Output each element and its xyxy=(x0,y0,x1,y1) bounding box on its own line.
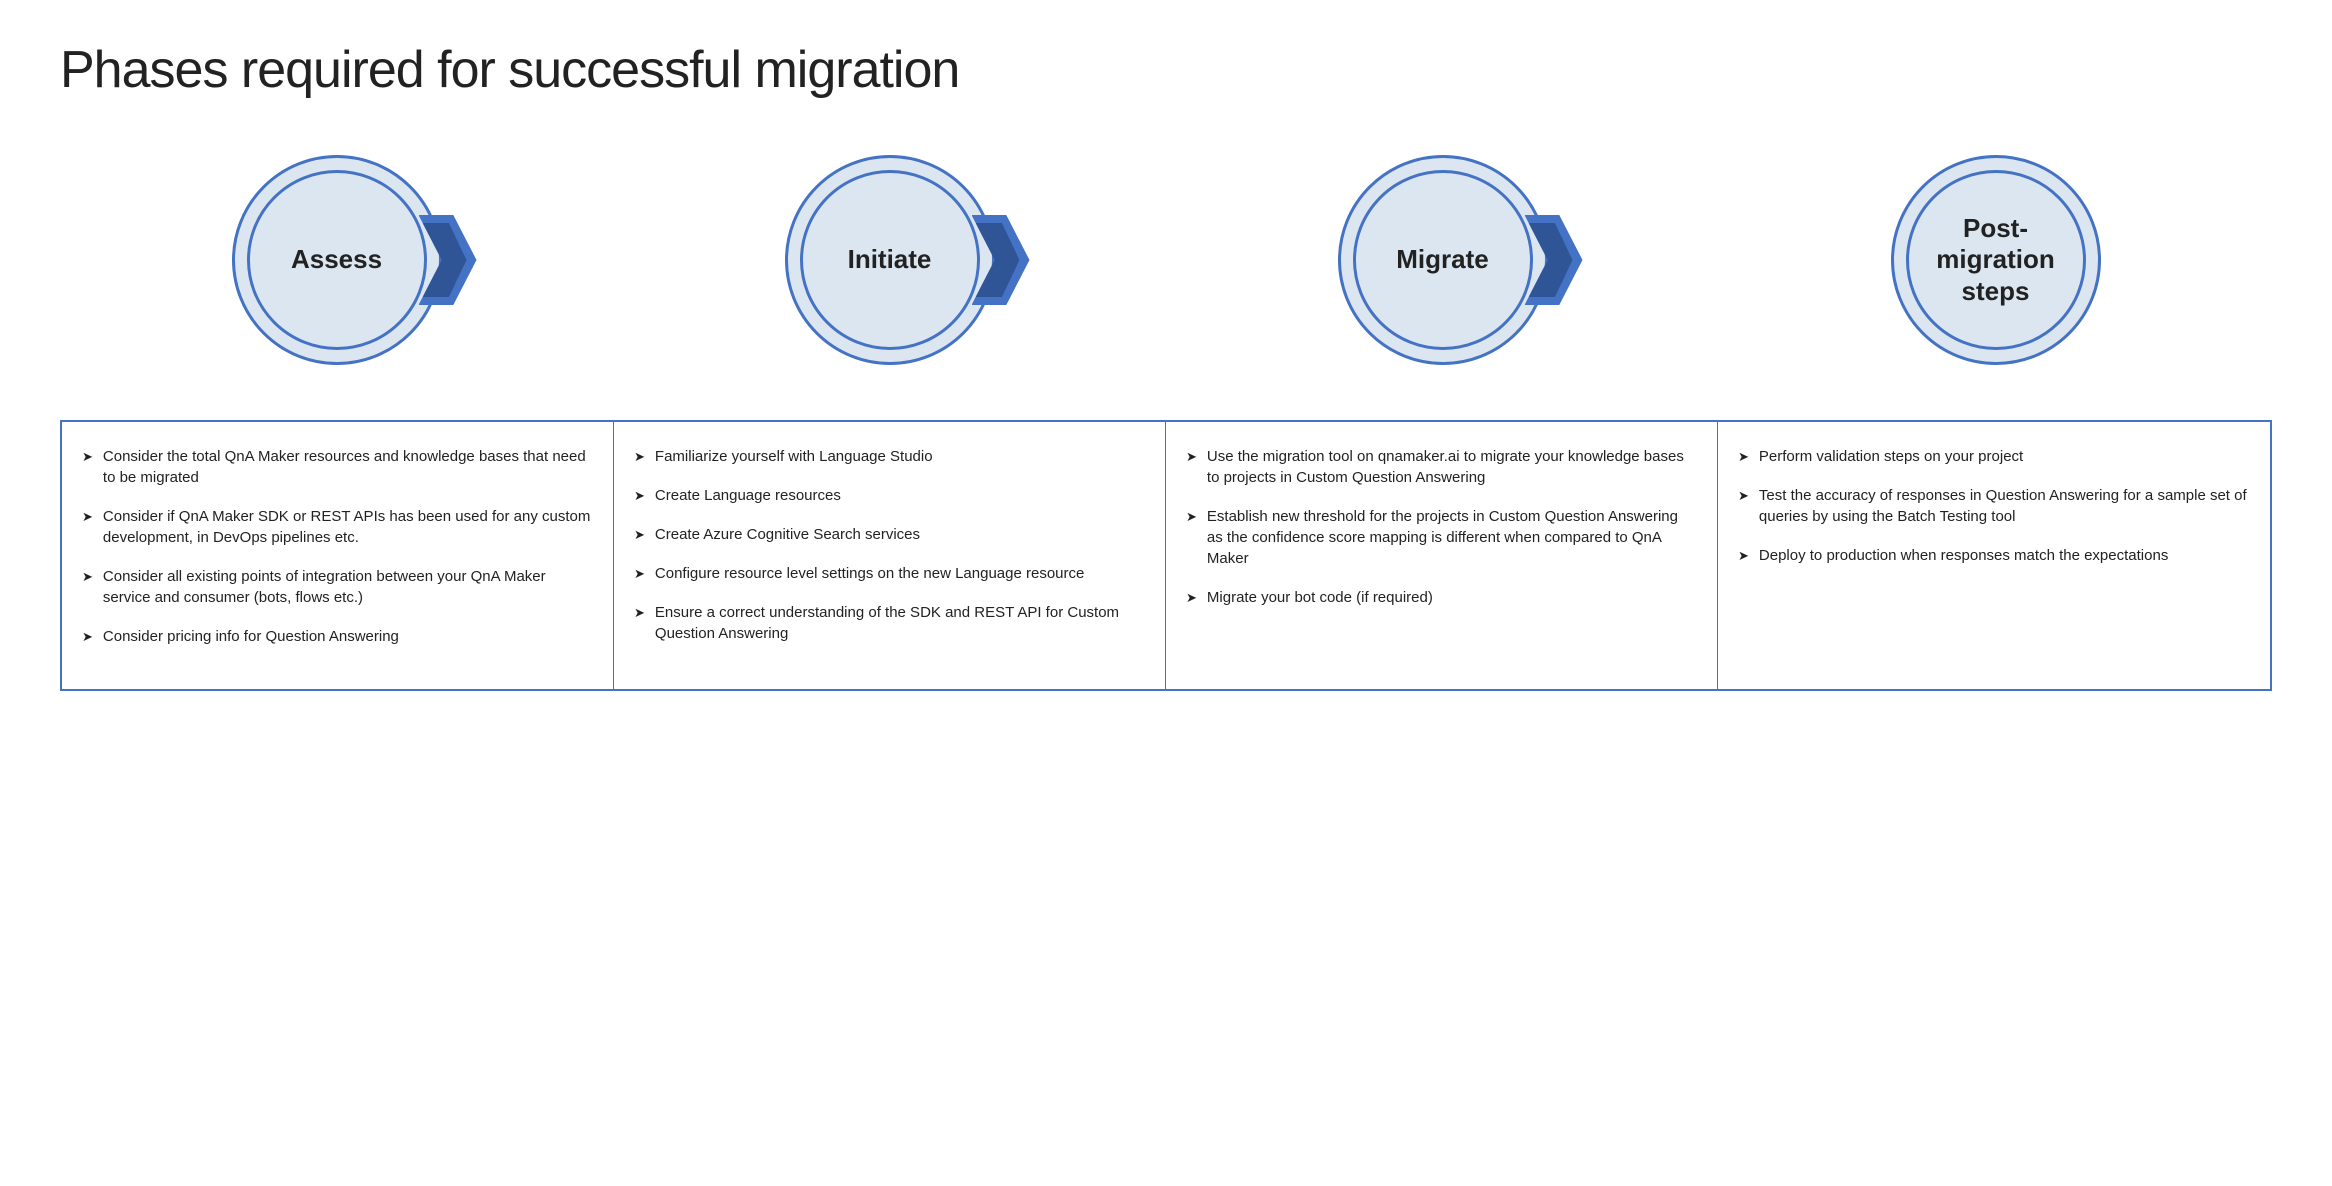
bullet-text: Use the migration tool on qnamaker.ai to… xyxy=(1207,446,1697,488)
bullet-arrow-icon: ➤ xyxy=(1186,508,1197,526)
bullet-text: Deploy to production when responses matc… xyxy=(1759,545,2250,566)
phase-migrate: Migrate xyxy=(1333,150,1553,370)
bullet-text: Create Language resources xyxy=(655,485,1145,506)
bullet-text: Ensure a correct understanding of the SD… xyxy=(655,602,1145,644)
list-item: ➤ Perform validation steps on your projec… xyxy=(1738,446,2250,467)
content-col-assess-col: ➤ Consider the total QnA Maker resources … xyxy=(62,422,614,689)
bullet-text: Test the accuracy of responses in Questi… xyxy=(1759,485,2250,527)
phase-assess: Assess xyxy=(227,150,447,370)
content-col-post-migration-col: ➤ Perform validation steps on your projec… xyxy=(1718,422,2270,689)
bullet-text: Consider if QnA Maker SDK or REST APIs h… xyxy=(103,506,593,548)
phase-label-post-migration: Post- migration steps xyxy=(1936,213,2054,307)
bullet-arrow-icon: ➤ xyxy=(1738,547,1749,565)
phases-row: Assess Initiate Migrate Post- migration ste… xyxy=(60,150,2272,370)
bullet-text: Familiarize yourself with Language Studi… xyxy=(655,446,1145,467)
content-col-initiate-col: ➤ Familiarize yourself with Language Stud… xyxy=(614,422,1166,689)
phase-initiate: Initiate xyxy=(780,150,1000,370)
bullet-text: Consider pricing info for Question Answe… xyxy=(103,626,593,647)
list-item: ➤ Create Azure Cognitive Search services xyxy=(634,524,1145,545)
list-item: ➤ Consider pricing info for Question Answ… xyxy=(82,626,593,647)
list-item: ➤ Create Language resources xyxy=(634,485,1145,506)
content-grid: ➤ Consider the total QnA Maker resources … xyxy=(60,420,2272,691)
bullet-arrow-icon: ➤ xyxy=(634,604,645,622)
bullet-arrow-icon: ➤ xyxy=(1738,448,1749,466)
bullet-arrow-icon: ➤ xyxy=(82,448,93,466)
bullet-arrow-icon: ➤ xyxy=(634,565,645,583)
bullet-arrow-icon: ➤ xyxy=(1738,487,1749,505)
phase-label-migrate: Migrate xyxy=(1396,244,1488,275)
bullet-text: Establish new threshold for the projects… xyxy=(1207,506,1697,569)
list-item: ➤ Consider if QnA Maker SDK or REST APIs … xyxy=(82,506,593,548)
bullet-arrow-icon: ➤ xyxy=(634,526,645,544)
list-item: ➤ Test the accuracy of responses in Quest… xyxy=(1738,485,2250,527)
list-item: ➤ Consider the total QnA Maker resources … xyxy=(82,446,593,488)
bullet-arrow-icon: ➤ xyxy=(82,568,93,586)
list-item: ➤ Familiarize yourself with Language Stud… xyxy=(634,446,1145,467)
bullet-text: Migrate your bot code (if required) xyxy=(1207,587,1697,608)
bullet-arrow-icon: ➤ xyxy=(82,508,93,526)
list-item: ➤ Establish new threshold for the project… xyxy=(1186,506,1697,569)
list-item: ➤ Ensure a correct understanding of the S… xyxy=(634,602,1145,644)
bullet-arrow-icon: ➤ xyxy=(82,628,93,646)
bullet-arrow-icon: ➤ xyxy=(1186,448,1197,466)
list-item: ➤ Use the migration tool on qnamaker.ai t… xyxy=(1186,446,1697,488)
bullet-text: Perform validation steps on your project xyxy=(1759,446,2250,467)
bullet-text: Consider the total QnA Maker resources a… xyxy=(103,446,593,488)
list-item: ➤ Deploy to production when responses mat… xyxy=(1738,545,2250,566)
list-item: ➤ Configure resource level settings on th… xyxy=(634,563,1145,584)
phase-label-initiate: Initiate xyxy=(848,244,932,275)
phase-post-migration: Post- migration steps xyxy=(1886,150,2106,370)
list-item: ➤ Consider all existing points of integra… xyxy=(82,566,593,608)
phase-label-assess: Assess xyxy=(291,244,382,275)
bullet-text: Create Azure Cognitive Search services xyxy=(655,524,1145,545)
bullet-arrow-icon: ➤ xyxy=(634,448,645,466)
page-title: Phases required for successful migration xyxy=(60,40,2272,100)
content-col-migrate-col: ➤ Use the migration tool on qnamaker.ai t… xyxy=(1166,422,1718,689)
bullet-text: Consider all existing points of integrat… xyxy=(103,566,593,608)
bullet-text: Configure resource level settings on the… xyxy=(655,563,1145,584)
bullet-arrow-icon: ➤ xyxy=(634,487,645,505)
bullet-arrow-icon: ➤ xyxy=(1186,589,1197,607)
list-item: ➤ Migrate your bot code (if required) xyxy=(1186,587,1697,608)
